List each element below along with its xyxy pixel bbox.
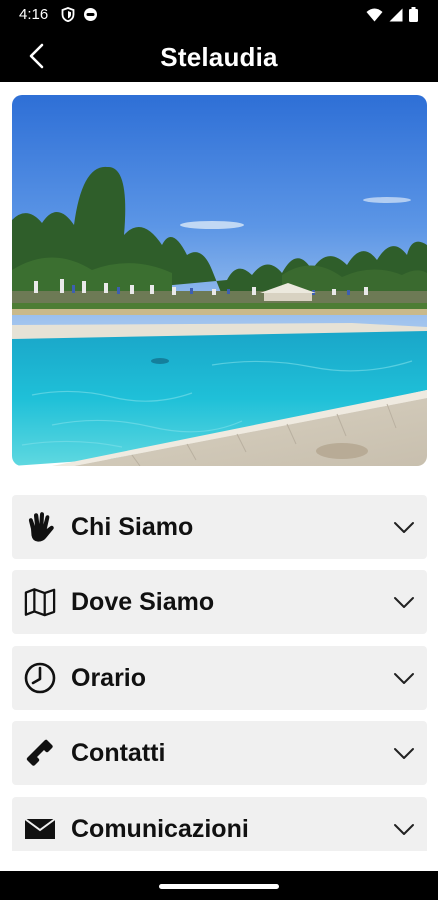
section-label: Orario [71, 664, 147, 692]
chevron-down-icon[interactable] [393, 745, 415, 761]
home-gesture-handle[interactable] [159, 884, 279, 889]
battery-icon [409, 7, 418, 22]
phone-icon [24, 737, 56, 769]
chevron-down-icon[interactable] [393, 594, 415, 610]
chevron-down-icon[interactable] [393, 519, 415, 535]
section-orario[interactable]: Orario [12, 646, 427, 710]
section-comunicazioni[interactable]: Comunicazioni [12, 797, 427, 851]
hand-icon [24, 511, 56, 543]
status-bar: 4:16 [0, 0, 438, 30]
app-bar: Stelaudia [0, 30, 438, 82]
clock-icon [24, 662, 56, 694]
hero-image [12, 95, 427, 466]
navigation-bar [0, 871, 438, 900]
section-contatti[interactable]: Contatti [12, 721, 427, 785]
section-label: Dove Siamo [71, 588, 215, 616]
wifi-icon [366, 8, 383, 21]
section-label: Comunicazioni [71, 815, 249, 843]
envelope-icon [24, 813, 56, 845]
status-icons-left [61, 7, 98, 22]
section-dove-siamo[interactable]: Dove Siamo [12, 570, 427, 634]
section-label: Chi Siamo [71, 513, 194, 541]
chevron-down-icon[interactable] [393, 670, 415, 686]
status-icons-right [366, 7, 418, 22]
page-title: Stelaudia [160, 42, 278, 72]
map-icon [24, 586, 56, 618]
vpn-icon [84, 8, 97, 21]
shield-icon [61, 7, 75, 22]
chevron-down-icon[interactable] [393, 821, 415, 837]
section-chi-siamo[interactable]: Chi Siamo [12, 495, 427, 559]
signal-icon [389, 8, 403, 21]
section-label: Contatti [71, 739, 166, 767]
status-time: 4:16 [19, 6, 49, 23]
